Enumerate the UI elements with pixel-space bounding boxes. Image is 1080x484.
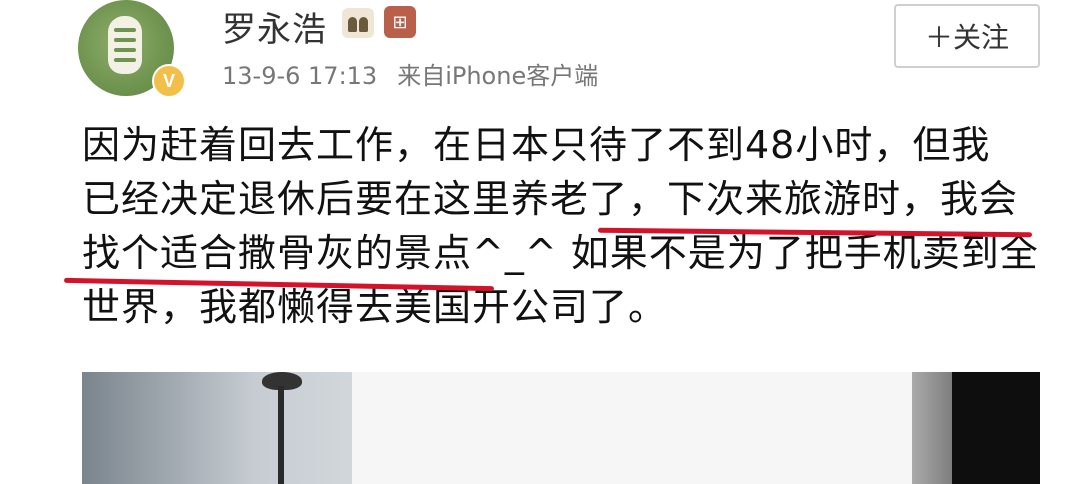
fans-badge-icon[interactable] bbox=[342, 8, 374, 38]
avatar[interactable]: V bbox=[78, 0, 186, 98]
avatar-logo-icon bbox=[108, 16, 142, 74]
post-text: 因为赶着回去工作，在日本只待了不到48小时，但我 已经决定退休后要在这里养老了，… bbox=[82, 118, 1052, 334]
member-badge-icon[interactable]: ⊞ bbox=[384, 6, 416, 38]
follow-button[interactable]: ＋关注 bbox=[894, 4, 1040, 68]
post-text-segment: 已经决定退休后要在这里养老了， bbox=[82, 177, 668, 221]
post-image[interactable] bbox=[82, 372, 1040, 484]
post-line: 因为赶着回去工作，在日本只待了不到48小时，但我 bbox=[82, 123, 991, 167]
lamp-pole-shape bbox=[278, 386, 284, 484]
highlighted-text: 下次来旅游时，我会 bbox=[667, 177, 1019, 221]
highlighted-text: 找个适合撒骨灰的景点^_^ bbox=[82, 231, 558, 275]
post-line: 世界，我都懒得去美国开公司了。 bbox=[82, 285, 668, 329]
image-area bbox=[352, 372, 912, 484]
post-text-segment: 如果不是为了把手机卖到全 bbox=[557, 231, 1039, 275]
post-line: 已经决定退休后要在这里养老了，下次来旅游时，我会 bbox=[82, 172, 1052, 226]
verified-badge-icon: V bbox=[152, 64, 186, 98]
username[interactable]: 罗永浩 bbox=[222, 2, 327, 51]
post-meta: 13-9-6 17:13 来自iPhone客户端 bbox=[222, 56, 598, 91]
post-source[interactable]: 来自iPhone客户端 bbox=[397, 62, 598, 90]
image-dark-edge bbox=[952, 372, 1040, 484]
post-time[interactable]: 13-9-6 17:13 bbox=[222, 62, 377, 90]
